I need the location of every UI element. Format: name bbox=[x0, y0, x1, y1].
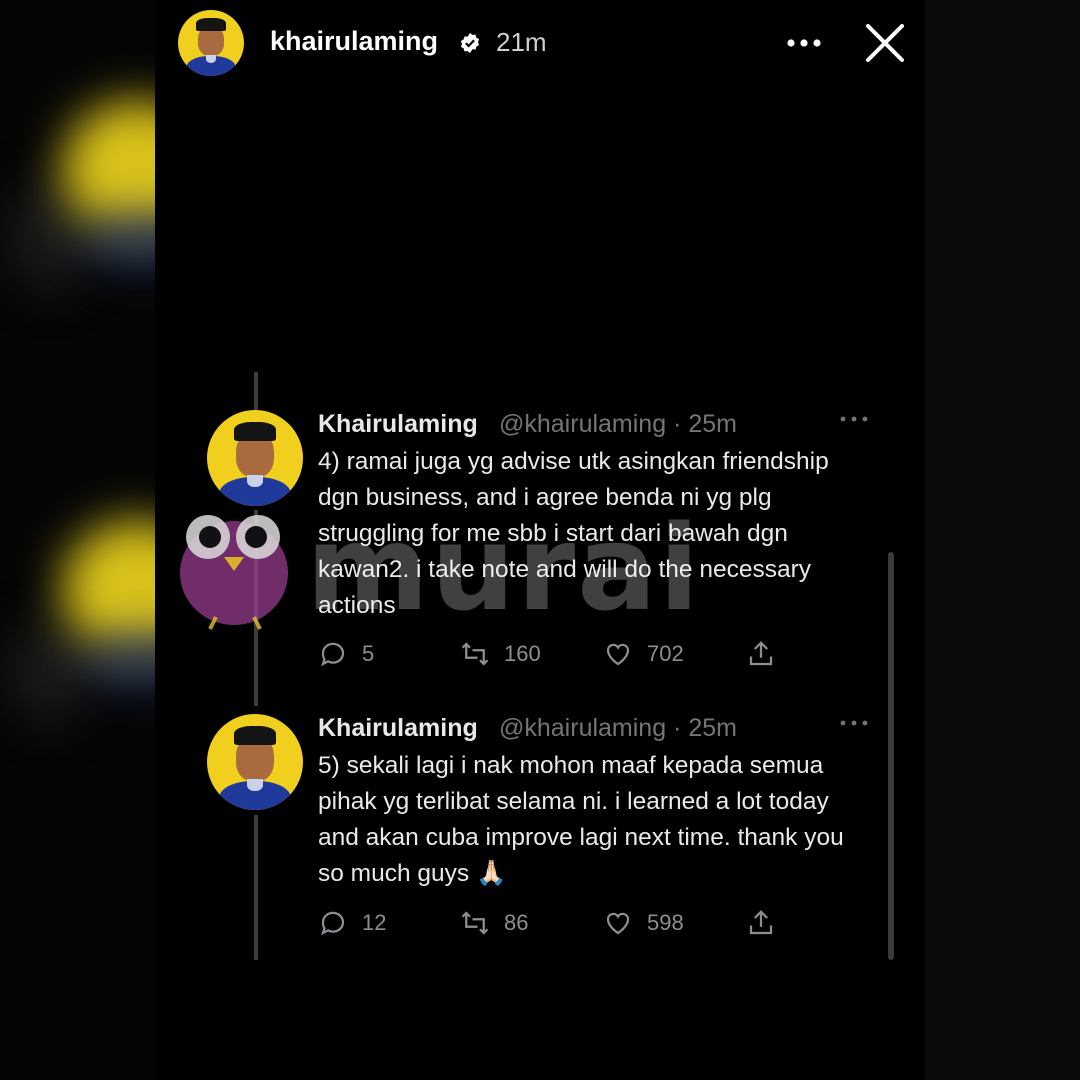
reply-count: 12 bbox=[362, 910, 387, 935]
tweet-5[interactable]: Khairulaming @khairulaming · 25m 5) seka… bbox=[205, 714, 885, 954]
tweet-author-name[interactable]: Khairulaming bbox=[318, 410, 478, 439]
retweet-icon bbox=[461, 642, 489, 666]
tweet-handle-time: @khairulaming · 25m bbox=[499, 410, 737, 438]
tweet-4[interactable]: Khairulaming @khairulaming · 25m 4) rama… bbox=[205, 410, 885, 680]
heart-icon bbox=[606, 912, 630, 935]
story-header: khairulaming 21m bbox=[178, 10, 918, 76]
like-count: 702 bbox=[647, 641, 684, 666]
like-count: 598 bbox=[647, 910, 684, 935]
tweet-actions: 12 86 598 bbox=[318, 907, 778, 939]
more-options-icon[interactable] bbox=[786, 38, 822, 48]
thread-line-top bbox=[254, 372, 258, 412]
retweet-icon bbox=[461, 911, 489, 935]
tweet-avatar[interactable] bbox=[207, 410, 303, 506]
retweet-count: 86 bbox=[504, 910, 529, 935]
close-icon[interactable] bbox=[864, 22, 906, 64]
share-button[interactable] bbox=[746, 907, 776, 939]
like-button[interactable]: 598 bbox=[603, 907, 684, 939]
share-icon bbox=[749, 910, 773, 935]
reply-button[interactable]: 12 bbox=[318, 907, 386, 939]
story-avatar[interactable] bbox=[178, 10, 244, 76]
reply-count: 5 bbox=[362, 641, 375, 666]
tweet-handle-time: @khairulaming · 25m bbox=[499, 714, 737, 742]
retweet-button[interactable]: 86 bbox=[460, 907, 528, 939]
share-icon bbox=[749, 641, 773, 666]
reply-icon bbox=[321, 911, 345, 936]
blurred-left-panel bbox=[0, 0, 155, 1080]
tweet-avatar[interactable] bbox=[207, 714, 303, 810]
retweet-button[interactable]: 160 bbox=[460, 638, 541, 670]
blurred-right-panel bbox=[925, 0, 1080, 1080]
story-timestamp: 21m bbox=[496, 27, 547, 57]
share-button[interactable] bbox=[746, 638, 776, 670]
tweet-author-name[interactable]: Khairulaming bbox=[318, 714, 478, 743]
scrollbar[interactable] bbox=[888, 552, 894, 960]
tweet-more-icon[interactable] bbox=[839, 414, 869, 424]
like-button[interactable]: 702 bbox=[603, 638, 684, 670]
heart-icon bbox=[606, 643, 630, 666]
reply-icon bbox=[321, 642, 345, 667]
verified-badge-icon bbox=[460, 32, 480, 54]
tweet-actions: 5 160 702 bbox=[318, 638, 778, 670]
retweet-count: 160 bbox=[504, 641, 541, 666]
tweet-text: 5) sekali lagi i nak mohon maaf kepada s… bbox=[318, 752, 844, 887]
tweet-more-icon[interactable] bbox=[839, 718, 869, 728]
tweet-text: 4) ramai juga yg advise utk asingkan fri… bbox=[318, 448, 829, 619]
reply-button[interactable]: 5 bbox=[318, 638, 374, 670]
story-username[interactable]: khairulaming bbox=[270, 26, 438, 57]
